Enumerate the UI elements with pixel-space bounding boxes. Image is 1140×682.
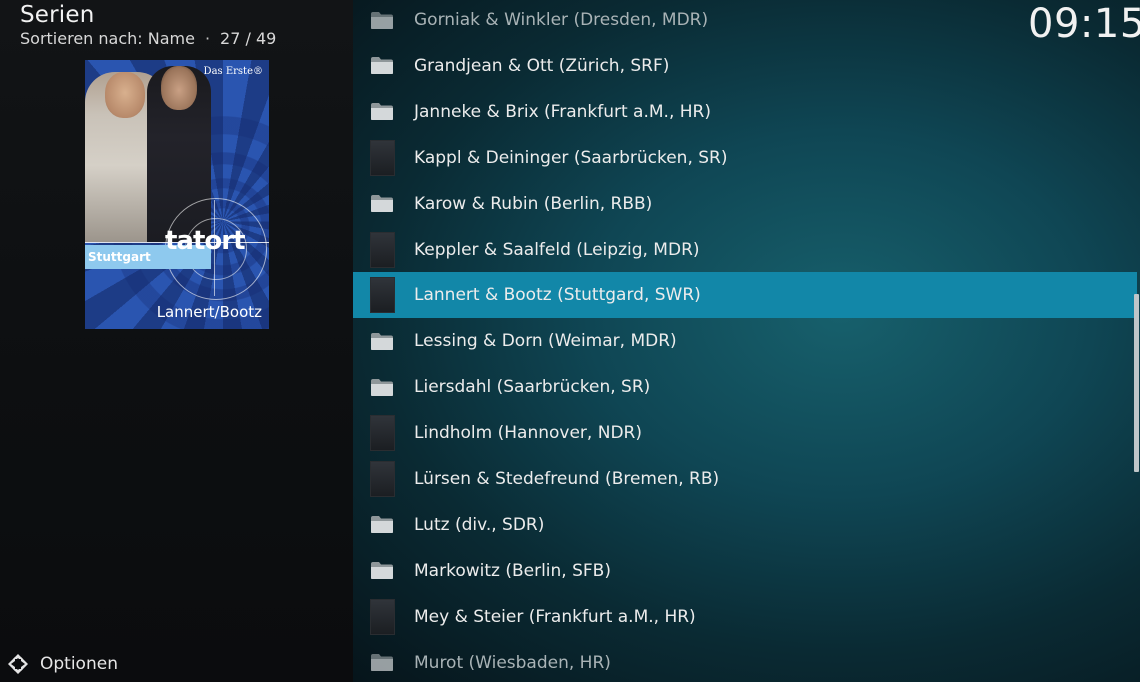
list-item-label: Markowitz (Berlin, SFB): [414, 560, 611, 581]
thumbnail-image: [369, 277, 395, 314]
separator: ·: [204, 29, 211, 48]
folder-icon: [369, 323, 395, 359]
options-label: Optionen: [40, 654, 118, 674]
series-list[interactable]: Gorniak & Winkler (Dresden, MDR) Grandjea…: [353, 0, 1140, 682]
list-item[interactable]: Grandjean & Ott (Zürich, SRF): [353, 43, 1137, 89]
list-item[interactable]: Markowitz (Berlin, SFB): [353, 548, 1137, 594]
thumbnail-icon: [369, 415, 395, 452]
clock: 09:15: [1028, 1, 1140, 47]
list-item-label: Grandjean & Ott (Zürich, SRF): [414, 55, 670, 76]
thumbnail-image: [369, 598, 395, 635]
list-item-label: Lessing & Dorn (Weimar, MDR): [414, 331, 677, 352]
kodi-window: Serien Sortieren nach: Name · 27 / 49 Das …: [0, 0, 1140, 682]
list-item[interactable]: Karow & Rubin (Berlin, RBB): [353, 181, 1137, 227]
list-item[interactable]: Kappl & Deininger (Saarbrücken, SR): [353, 135, 1137, 181]
folder-icon: [369, 369, 395, 405]
list-item-label: Lannert & Bootz (Stuttgard, SWR): [414, 285, 701, 306]
poster-channel-logo: Das Erste®: [203, 66, 263, 77]
sort-info: Sortieren nach: Name · 27 / 49: [20, 29, 276, 48]
list-item[interactable]: Liersdahl (Saarbrücken, SR): [353, 364, 1137, 410]
folder-icon: [369, 94, 395, 130]
poster-names: Lannert/Bootz: [156, 303, 262, 321]
folder-icon: [369, 2, 395, 38]
list-item-label: Liersdahl (Saarbrücken, SR): [414, 377, 651, 398]
thumbnail-image: [369, 461, 395, 497]
list-item-label: Lindholm (Hannover, NDR): [414, 423, 642, 444]
thumbnail-icon: [369, 231, 395, 268]
list-item-label: Keppler & Saalfeld (Leipzig, MDR): [414, 239, 700, 260]
thumbnail-icon: [369, 277, 395, 314]
folder-icon: [369, 507, 395, 543]
list-item[interactable]: Gorniak & Winkler (Dresden, MDR): [353, 0, 1137, 43]
poster-city: Stuttgart: [88, 250, 151, 264]
folder-icon: [369, 186, 395, 222]
list-item-label: Gorniak & Winkler (Dresden, MDR): [414, 10, 709, 30]
poster-image: Das Erste® tatort Stuttgart Lannert/Boot…: [85, 60, 269, 329]
list-item-label: Kappl & Deininger (Saarbrücken, SR): [414, 147, 728, 168]
poster-brand-logo: tatort: [165, 226, 246, 256]
thumbnail-icon: [369, 598, 395, 635]
page-title: Serien: [20, 2, 95, 28]
poster-head-left: [105, 72, 145, 118]
item-position: 27 / 49: [220, 29, 277, 48]
options-icon: [8, 654, 28, 674]
list-item[interactable]: Janneke & Brix (Frankfurt a.M., HR): [353, 89, 1137, 135]
list-item[interactable]: Lindholm (Hannover, NDR): [353, 410, 1137, 456]
list-item[interactable]: Mey & Steier (Frankfurt a.M., HR): [353, 594, 1137, 640]
folder-icon: [369, 553, 395, 589]
list-item[interactable]: Lutz (div., SDR): [353, 502, 1137, 548]
list-item[interactable]: Murot (Wiesbaden, HR): [353, 640, 1137, 682]
folder-icon: [369, 48, 395, 84]
list-item-label: Karow & Rubin (Berlin, RBB): [414, 193, 653, 214]
thumbnail-icon: [369, 461, 395, 497]
thumbnail-image: [369, 231, 395, 268]
folder-icon: [369, 645, 395, 681]
list-item-selected[interactable]: Lannert & Bootz (Stuttgard, SWR): [353, 272, 1137, 319]
list-item-label: Lürsen & Stedefreund (Bremen, RB): [414, 469, 720, 489]
list-item-label: Mey & Steier (Frankfurt a.M., HR): [414, 606, 696, 627]
list-item-label: Murot (Wiesbaden, HR): [414, 652, 611, 673]
scrollbar[interactable]: [1134, 294, 1139, 472]
list-item-label: Lutz (div., SDR): [414, 514, 545, 535]
thumbnail-image: [369, 415, 395, 452]
list-item[interactable]: Keppler & Saalfeld (Leipzig, MDR): [353, 227, 1137, 273]
poster-head-right: [161, 66, 197, 110]
list-item-label: Janneke & Brix (Frankfurt a.M., HR): [414, 101, 711, 122]
list-item[interactable]: Lessing & Dorn (Weimar, MDR): [353, 318, 1137, 364]
info-panel: Serien Sortieren nach: Name · 27 / 49 Das …: [0, 0, 353, 682]
list-item[interactable]: Lürsen & Stedefreund (Bremen, RB): [353, 456, 1137, 502]
thumbnail-icon: [369, 139, 395, 176]
list-panel: Gorniak & Winkler (Dresden, MDR) Grandjea…: [353, 0, 1140, 682]
options-button[interactable]: Optionen: [6, 652, 118, 676]
sort-label: Sortieren nach: Name: [20, 29, 195, 48]
thumbnail-image: [369, 139, 395, 176]
